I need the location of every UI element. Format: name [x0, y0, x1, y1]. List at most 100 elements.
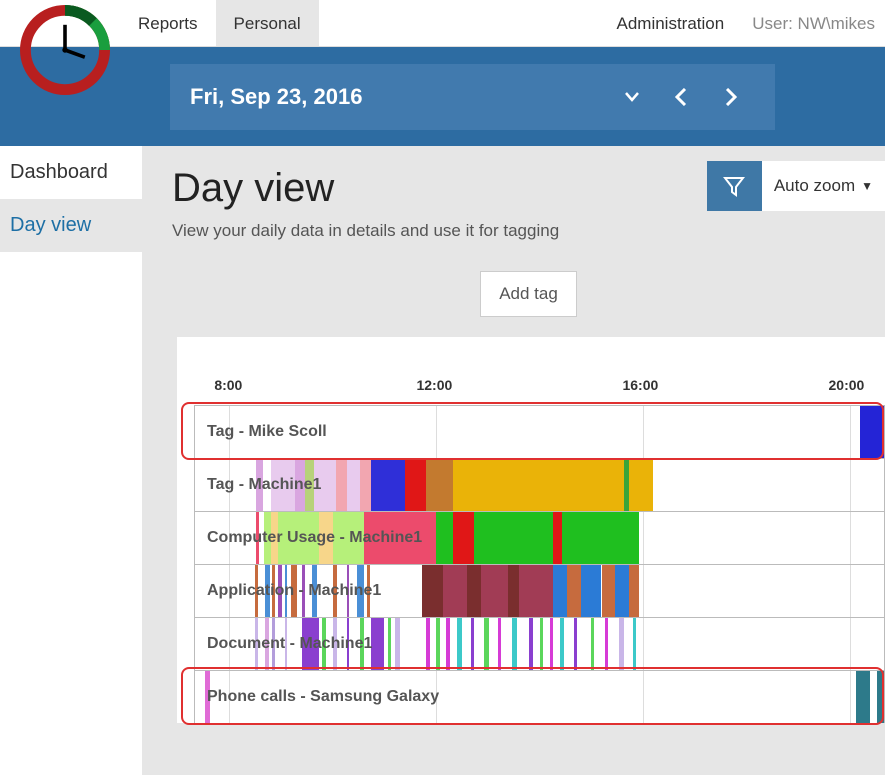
sidebar-item-dashboard[interactable]: Dashboard [0, 146, 142, 199]
timeline-bar[interactable] [285, 618, 288, 670]
timeline-bar[interactable] [333, 512, 364, 564]
timeline-bar[interactable] [529, 618, 532, 670]
timeline-bar[interactable] [591, 618, 594, 670]
timeline-bar[interactable] [508, 565, 518, 617]
timeline-bar[interactable] [436, 512, 453, 564]
timeline-bar[interactable] [481, 565, 509, 617]
date-picker[interactable]: Fri, Sep 23, 2016 [170, 64, 775, 130]
auto-zoom-dropdown[interactable]: Auto zoom ▼ [762, 161, 885, 211]
timeline-bar[interactable] [540, 618, 543, 670]
timeline-bar[interactable] [860, 406, 885, 458]
timeline-bar[interactable] [302, 618, 319, 670]
timeline-bar[interactable] [553, 565, 567, 617]
timeline-bar[interactable] [498, 618, 501, 670]
timeline-bar[interactable] [388, 618, 391, 670]
timeline-bar[interactable] [305, 459, 313, 511]
date-prev-icon[interactable] [675, 88, 725, 106]
timeline-bar[interactable] [295, 459, 305, 511]
timeline-bar[interactable] [312, 565, 317, 617]
timeline-bar[interactable] [205, 671, 210, 723]
timeline-bar[interactable] [271, 512, 278, 564]
timeline-bar[interactable] [567, 565, 581, 617]
timeline-bar[interactable] [278, 565, 282, 617]
timeline-bar[interactable] [272, 565, 275, 617]
timeline-bar[interactable] [278, 512, 319, 564]
timeline-bar[interactable] [364, 512, 436, 564]
timeline-row[interactable]: Application - Machine1 [194, 564, 885, 617]
timeline-bar[interactable] [319, 512, 333, 564]
timeline-bar[interactable] [605, 618, 608, 670]
timeline-row[interactable]: Document - Machine1 [194, 617, 885, 670]
timeline-bar[interactable] [560, 618, 564, 670]
timeline-bar[interactable] [453, 459, 653, 511]
nav-personal[interactable]: Personal [216, 0, 319, 46]
timeline-bar[interactable] [272, 618, 275, 670]
timeline-bar[interactable] [264, 512, 271, 564]
timeline-bar[interactable] [256, 459, 263, 511]
timeline-bar[interactable] [619, 618, 624, 670]
timeline-bar[interactable] [467, 565, 481, 617]
nav-administration[interactable]: Administration [599, 0, 743, 46]
timeline-bar[interactable] [360, 618, 363, 670]
timeline-bar[interactable] [302, 565, 305, 617]
timeline-row[interactable]: Tag - Machine1 [194, 458, 885, 511]
timeline-bar[interactable] [624, 459, 629, 511]
timeline-bar[interactable] [553, 512, 561, 564]
timeline-ticks: 8:0012:0016:0020:00 [177, 377, 885, 397]
timeline-bar[interactable] [426, 459, 454, 511]
timeline-bar[interactable] [347, 565, 350, 617]
timeline-bar[interactable] [574, 618, 577, 670]
date-next-icon[interactable] [725, 88, 775, 106]
timeline-bar[interactable] [405, 459, 426, 511]
timeline-bar[interactable] [615, 565, 629, 617]
timeline-bar[interactable] [471, 618, 474, 670]
timeline-bar[interactable] [347, 459, 361, 511]
timeline-bar[interactable] [371, 618, 385, 670]
timeline-bar[interactable] [856, 671, 870, 723]
timeline-bar[interactable] [443, 565, 467, 617]
timeline-bar[interactable] [633, 618, 636, 670]
timeline-row[interactable]: Computer Usage - Machine1 [194, 511, 885, 564]
timeline-bar[interactable] [602, 565, 616, 617]
timeline-bar[interactable] [265, 565, 270, 617]
timeline-bar[interactable] [360, 459, 370, 511]
timeline-bar[interactable] [371, 459, 405, 511]
sidebar-item-dayview[interactable]: Day view [0, 199, 142, 252]
timeline-bar[interactable] [446, 618, 449, 670]
timeline-bar[interactable] [265, 618, 268, 670]
timeline-row[interactable]: Phone calls - Samsung Galaxy [194, 670, 885, 723]
timeline-bar[interactable] [395, 618, 400, 670]
timeline-bar[interactable] [291, 565, 297, 617]
timeline-bar[interactable] [285, 565, 288, 617]
timeline-bar[interactable] [322, 618, 325, 670]
timeline-bar[interactable] [629, 565, 639, 617]
timeline-bar[interactable] [512, 618, 518, 670]
timeline-bar[interactable] [357, 565, 364, 617]
timeline-bar[interactable] [581, 565, 602, 617]
nav-reports[interactable]: Reports [120, 0, 216, 46]
timeline-bar[interactable] [314, 459, 337, 511]
timeline-bar[interactable] [255, 618, 258, 670]
timeline-bar[interactable] [422, 565, 443, 617]
filter-icon [723, 175, 745, 197]
timeline-row[interactable]: Tag - Mike Scoll [194, 405, 885, 458]
timeline-bar[interactable] [550, 618, 553, 670]
timeline-bar[interactable] [255, 565, 258, 617]
timeline-bar[interactable] [333, 565, 337, 617]
timeline-bar[interactable] [436, 618, 439, 670]
timeline-bar[interactable] [457, 618, 462, 670]
timeline-bar[interactable] [333, 618, 337, 670]
timeline-bar[interactable] [519, 565, 553, 617]
timeline-bar[interactable] [256, 512, 259, 564]
timeline-bar[interactable] [271, 459, 295, 511]
filter-button[interactable] [707, 161, 762, 211]
timeline-bar[interactable] [877, 671, 885, 723]
timeline-bar[interactable] [426, 618, 430, 670]
date-dropdown-icon[interactable] [625, 92, 675, 102]
add-tag-button[interactable]: Add tag [480, 271, 577, 317]
timeline-bar[interactable] [453, 512, 474, 564]
timeline-bar[interactable] [484, 618, 488, 670]
timeline-bar[interactable] [336, 459, 346, 511]
timeline-bar[interactable] [367, 565, 370, 617]
timeline-bar[interactable] [347, 618, 350, 670]
